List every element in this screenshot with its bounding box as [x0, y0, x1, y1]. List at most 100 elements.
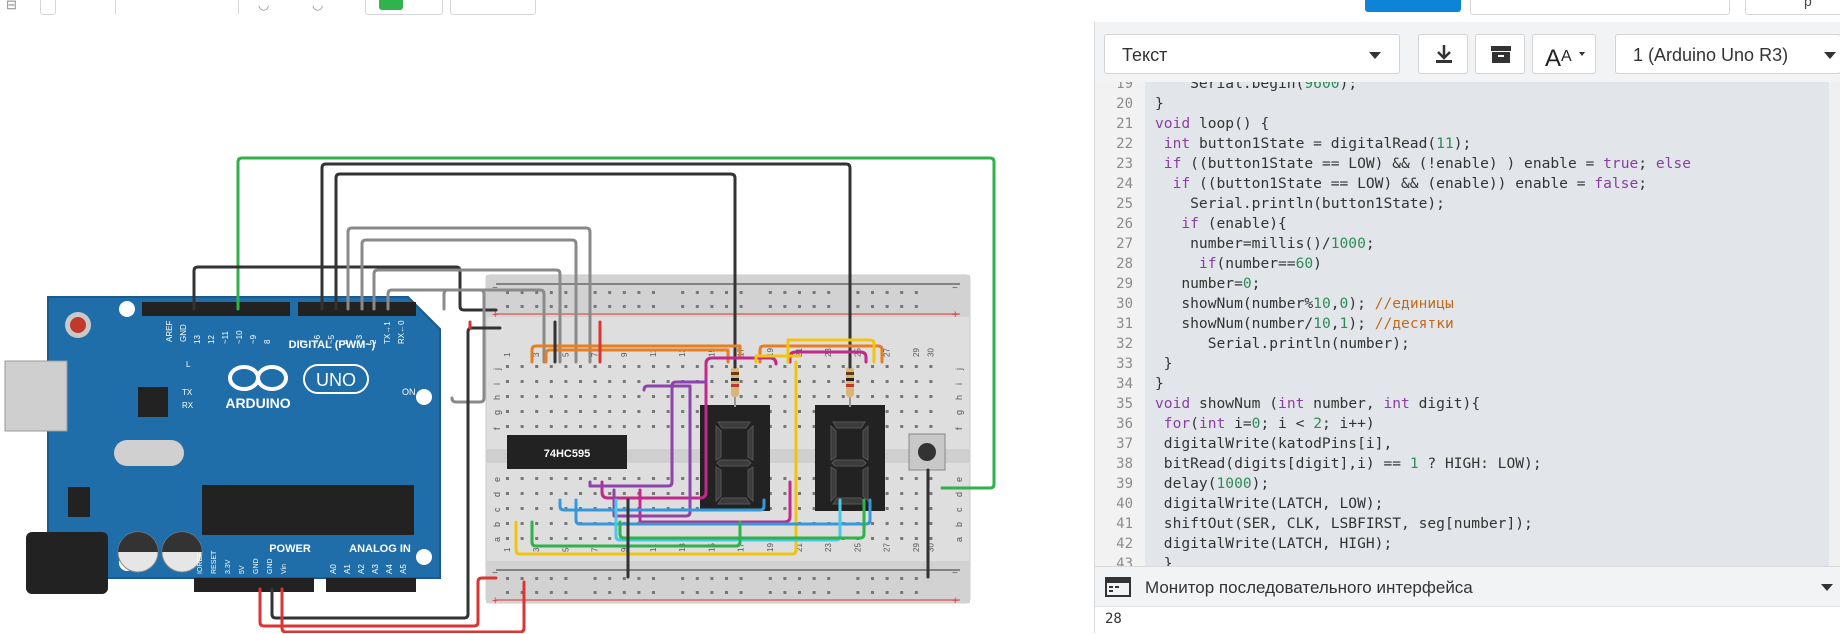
- circuit-svg: − + − + − + − + 113355779911111313151517…: [4, 156, 996, 633]
- power-label: POWER: [269, 543, 311, 555]
- power-jack: [26, 532, 108, 594]
- row-label: d: [492, 492, 502, 497]
- code-token: ((button1State == LOW) && (!enable) ) en…: [1181, 155, 1604, 172]
- code-line: if ((button1State == LOW) && (!enable) )…: [1155, 154, 1691, 174]
- library-button[interactable]: [1475, 34, 1525, 74]
- serial-output-line: 28: [1105, 611, 1122, 627]
- seven-segment-display-2[interactable]: [815, 405, 885, 511]
- code-button[interactable]: [365, 0, 443, 15]
- code-line: }: [1155, 354, 1173, 374]
- seven-segment-display-1[interactable]: [700, 405, 770, 511]
- text-size-icon: A A: [1545, 45, 1585, 72]
- line-number: 39: [1116, 476, 1133, 492]
- code-token: 0: [1339, 295, 1349, 312]
- toolbar-button[interactable]: [40, 0, 56, 15]
- toolbar-divider: [115, 0, 116, 14]
- column-label: 5: [561, 352, 570, 357]
- power-pin-label: RESET: [211, 550, 218, 574]
- pin-label: ~10: [235, 330, 244, 344]
- pin-label: 4: [341, 339, 350, 344]
- row-label: d: [954, 492, 964, 497]
- power-pin-label: Vin: [281, 564, 288, 574]
- row-label: i: [954, 383, 964, 385]
- pushbutton[interactable]: [908, 433, 946, 471]
- right-button-text: р: [1804, 0, 1812, 9]
- serial-monitor-label: Монитор последовательного интерфейса: [1145, 578, 1473, 597]
- code-token: Serial.begin(: [1155, 82, 1305, 92]
- shift-register-chip[interactable]: 74HC595: [507, 435, 627, 469]
- code-line: shiftOut(SER, CLK, LSBFIRST, seg[number]…: [1155, 514, 1533, 534]
- code-line: digitalWrite(LATCH, HIGH);: [1155, 534, 1392, 554]
- row-label: g: [954, 410, 964, 415]
- column-label: 29: [912, 348, 921, 357]
- line-number: 37: [1116, 436, 1133, 452]
- code-token: );: [1251, 475, 1270, 492]
- code-token: //десятки: [1365, 315, 1454, 332]
- code-token: ;: [1638, 175, 1648, 192]
- pin-label: ~6: [313, 334, 322, 344]
- line-number: 20: [1116, 96, 1133, 112]
- pin-label: TX→1: [383, 321, 392, 344]
- line-number: 22: [1116, 136, 1133, 152]
- board-select[interactable]: 1 (Arduino Uno R3): [1615, 34, 1840, 74]
- line-number: 30: [1116, 296, 1133, 312]
- code-mode-select[interactable]: Текст: [1104, 34, 1400, 74]
- chevron-down-icon[interactable]: [1821, 584, 1833, 591]
- code-token: int: [1198, 415, 1226, 432]
- code-line: if(number==60): [1155, 254, 1322, 274]
- column-label: 19: [766, 543, 775, 552]
- code-token: bitRead(digits[digit],i) ==: [1155, 455, 1410, 472]
- code-line: showNum(number%10,0); //единицы: [1155, 294, 1453, 314]
- text-size-button[interactable]: A A: [1532, 34, 1596, 74]
- code-line: number=millis()/1000;: [1155, 234, 1375, 254]
- power-pin-label: 5V: [239, 565, 246, 574]
- power-pin-label: 3.3V: [225, 559, 232, 574]
- arduino-uno-board[interactable]: ARDUINO UNO DIGITAL (PWM~) POWER ANALOG …: [4, 296, 441, 594]
- aref-label: AREF: [165, 321, 174, 342]
- code-line: }: [1155, 94, 1164, 114]
- code-token: i=: [1225, 415, 1252, 432]
- column-label: 27: [883, 543, 892, 552]
- code-token: 11: [1436, 135, 1454, 152]
- line-number: 25: [1116, 196, 1133, 212]
- annotation-visibility-icon[interactable]: ◡: [312, 0, 323, 11]
- column-label: 29: [912, 543, 921, 552]
- code-token: ;: [1365, 235, 1375, 252]
- download-button[interactable]: [1418, 34, 1468, 74]
- code-token: 1: [1339, 315, 1349, 332]
- row-label: b: [954, 522, 964, 527]
- circuit-canvas[interactable]: − + − + − + − + 1 1 3 3 5 5 7 7 9 9 11 11 13 13 15 15 17…: [0, 22, 1094, 633]
- reset-button[interactable]: [70, 317, 86, 333]
- code-token: if: [1163, 155, 1182, 172]
- editor-scrollbar[interactable]: [1829, 82, 1840, 566]
- blue-button[interactable]: [1365, 0, 1461, 12]
- code-token: (: [1190, 415, 1199, 432]
- row-label: g: [492, 410, 502, 415]
- column-label: 5: [561, 547, 570, 552]
- code-editor[interactable]: 19 Serial.begin(9600); 20} 21 void loop() {…: [1095, 82, 1840, 566]
- svg-text:A: A: [1561, 48, 1572, 65]
- code-token: showNum(number/: [1155, 315, 1314, 332]
- code-line: for(int i=0; i < 2; i++): [1155, 414, 1375, 434]
- serial-monitor-icon: [1105, 577, 1131, 597]
- code-token: 60: [1295, 255, 1314, 272]
- pin-label: ~11: [221, 330, 230, 344]
- pin-label: 2: [369, 339, 378, 344]
- code-line: digitalWrite(LATCH, LOW);: [1155, 494, 1384, 514]
- gnd-label: GND: [179, 324, 188, 342]
- start-simulation-button[interactable]: [450, 0, 536, 15]
- code-token: ): [1313, 255, 1322, 272]
- row-label: a: [954, 537, 964, 542]
- svg-text:−: −: [952, 283, 958, 294]
- line-number: 43: [1116, 556, 1133, 566]
- serial-monitor-header[interactable]: Монитор последовательного интерфейса: [1095, 566, 1840, 607]
- right-toolbar-button[interactable]: р: [1745, 0, 1840, 15]
- share-button[interactable]: [1470, 0, 1730, 15]
- layout-icon[interactable]: ⊟: [6, 0, 17, 11]
- toolbar-divider: [238, 0, 239, 14]
- column-label: 3: [532, 352, 541, 357]
- code-token: digitalWrite(katodPins[i],: [1155, 435, 1393, 452]
- annotation-icon[interactable]: ◡: [258, 0, 269, 11]
- code-line: }: [1155, 374, 1164, 394]
